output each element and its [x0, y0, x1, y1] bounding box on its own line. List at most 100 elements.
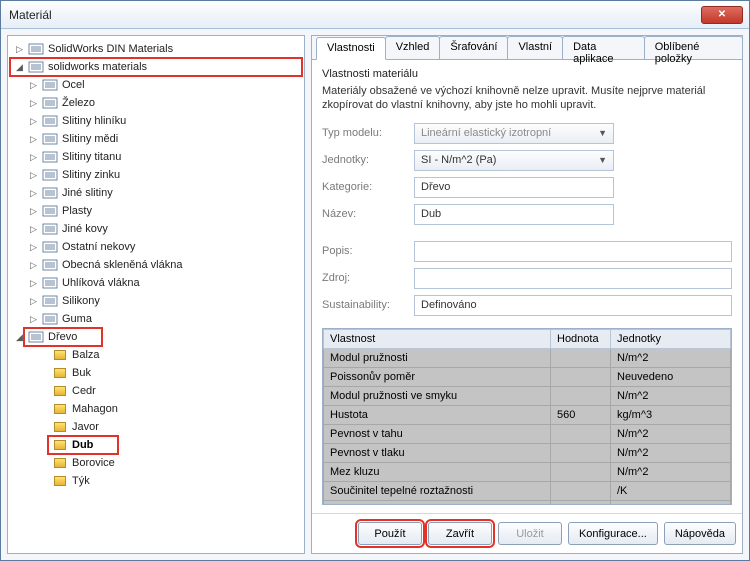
chevron-right-icon[interactable]: ▷: [28, 98, 39, 109]
tree-material[interactable]: Dub: [48, 436, 118, 454]
tree-material[interactable]: Týk: [48, 472, 302, 490]
label-source: Zdroj:: [322, 272, 414, 284]
tab-custom[interactable]: Vlastní: [507, 36, 563, 59]
tree-material[interactable]: Borovice: [48, 454, 302, 472]
table-row[interactable]: Součinitel tepelné vodivostiW/(m·K): [324, 500, 731, 505]
cell-value[interactable]: [551, 424, 611, 443]
chevron-right-icon[interactable]: ▷: [28, 314, 39, 325]
chevron-right-icon[interactable]: ▷: [28, 206, 39, 217]
tree-category[interactable]: ▷Slitiny zinku: [24, 166, 302, 184]
cell-units: Neuvedeno: [611, 367, 731, 386]
tree-category[interactable]: ▷ Ocel: [24, 76, 302, 94]
label-sust: Sustainability:: [322, 299, 414, 311]
chevron-right-icon[interactable]: ▷: [28, 278, 39, 289]
table-row[interactable]: Modul pružnosti ve smykuN/m^2: [324, 386, 731, 405]
cell-value[interactable]: [551, 367, 611, 386]
tree-label: Ocel: [62, 79, 85, 91]
table-row[interactable]: Pevnost v tahuN/m^2: [324, 424, 731, 443]
chevron-right-icon[interactable]: ▷: [28, 188, 39, 199]
cell-value[interactable]: [551, 481, 611, 500]
folder-icon: [42, 204, 58, 218]
tree-label: Jiné kovy: [62, 223, 108, 235]
close-button[interactable]: Zavřít: [428, 522, 492, 545]
chevron-right-icon[interactable]: ▷: [14, 44, 25, 55]
name-input[interactable]: [414, 204, 614, 225]
col-property[interactable]: Vlastnost: [324, 329, 551, 348]
tree-label: Balza: [72, 349, 100, 361]
tree-material[interactable]: Javor: [48, 418, 302, 436]
chevron-right-icon[interactable]: ▷: [28, 296, 39, 307]
chevron-down-icon[interactable]: ◢: [14, 332, 25, 343]
col-value[interactable]: Hodnota: [551, 329, 611, 348]
tree-root-din[interactable]: ▷ SolidWorks DIN Materials: [10, 40, 302, 58]
help-button[interactable]: Nápověda: [664, 522, 736, 545]
table-row[interactable]: Modul pružnostiN/m^2: [324, 348, 731, 367]
chevron-right-icon[interactable]: ▷: [28, 134, 39, 145]
chevron-right-icon[interactable]: ▷: [28, 242, 39, 253]
cell-value[interactable]: [551, 500, 611, 505]
tree-category[interactable]: ▷Slitiny titanu: [24, 148, 302, 166]
tab-appearance[interactable]: Vzhled: [385, 36, 441, 59]
tree-category[interactable]: ▷Obecná skleněná vlákna: [24, 256, 302, 274]
tree-category[interactable]: ▷Jiné slitiny: [24, 184, 302, 202]
close-icon[interactable]: ✕: [701, 6, 743, 24]
source-input[interactable]: [414, 268, 732, 289]
tree-material[interactable]: Balza: [48, 346, 302, 364]
table-row[interactable]: Součinitel tepelné roztažnosti/K: [324, 481, 731, 500]
col-units[interactable]: Jednotky: [611, 329, 731, 348]
tree-category-wood[interactable]: ◢ Dřevo: [24, 328, 102, 346]
tree-category[interactable]: ▷Ostatní nekovy: [24, 238, 302, 256]
group-description: Materiály obsažené ve výchozí knihovně n…: [322, 84, 732, 113]
tree-material[interactable]: Mahagon: [48, 400, 302, 418]
tree-category[interactable]: ▷Silikony: [24, 292, 302, 310]
chevron-right-icon[interactable]: ▷: [28, 152, 39, 163]
cell-value[interactable]: [551, 462, 611, 481]
tree-label: Mahagon: [72, 403, 118, 415]
tree-category[interactable]: ▷Slitiny mědi: [24, 130, 302, 148]
properties-table[interactable]: Vlastnost Hodnota Jednotky Modul pružnos…: [322, 328, 732, 505]
tree-root-sw[interactable]: ◢ solidworks materials: [10, 58, 302, 76]
folder-icon: [28, 330, 44, 344]
tree-category[interactable]: ▷ Jiné kovy: [24, 220, 302, 238]
tree-category[interactable]: ▷Slitiny hliníku: [24, 112, 302, 130]
save-button[interactable]: Uložit: [498, 522, 562, 545]
tree-category[interactable]: ▷Železo: [24, 94, 302, 112]
material-tree[interactable]: ▷ SolidWorks DIN Materials ◢ solidworks …: [7, 35, 305, 554]
tab-properties[interactable]: Vlastnosti: [316, 37, 386, 60]
model-type-select[interactable]: Lineární elastický izotropní▼: [414, 123, 614, 144]
tree-category[interactable]: ▷Guma: [24, 310, 302, 328]
table-row[interactable]: Hustota560kg/m^3: [324, 405, 731, 424]
folder-icon: [42, 276, 58, 290]
apply-button[interactable]: Použít: [358, 522, 422, 545]
tree-material[interactable]: Cedr: [48, 382, 302, 400]
cell-value[interactable]: [551, 443, 611, 462]
chevron-down-icon[interactable]: ◢: [14, 62, 25, 73]
folder-icon: [42, 114, 58, 128]
tab-favorites[interactable]: Oblíbené položky: [644, 36, 743, 59]
chevron-right-icon[interactable]: ▷: [28, 260, 39, 271]
table-row[interactable]: Poissonův poměrNeuvedeno: [324, 367, 731, 386]
units-select[interactable]: SI - N/m^2 (Pa)▼: [414, 150, 614, 171]
category-input[interactable]: [414, 177, 614, 198]
tab-appdata[interactable]: Data aplikace: [562, 36, 645, 59]
desc-input[interactable]: [414, 241, 732, 262]
titlebar[interactable]: Materiál ✕: [1, 1, 749, 29]
tab-hatching[interactable]: Šrafování: [439, 36, 508, 59]
material-icon: [52, 366, 68, 380]
table-row[interactable]: Pevnost v tlakuN/m^2: [324, 443, 731, 462]
config-button[interactable]: Konfigurace...: [568, 522, 658, 545]
tree-category[interactable]: ▷Uhlíková vlákna: [24, 274, 302, 292]
chevron-right-icon[interactable]: ▷: [28, 116, 39, 127]
tree-material[interactable]: Buk: [48, 364, 302, 382]
sustainability-input[interactable]: [414, 295, 732, 316]
cell-property: Součinitel tepelné vodivosti: [324, 500, 551, 505]
chevron-right-icon[interactable]: ▷: [28, 170, 39, 181]
chevron-right-icon[interactable]: ▷: [28, 80, 39, 91]
cell-units: N/m^2: [611, 443, 731, 462]
cell-value[interactable]: [551, 348, 611, 367]
cell-value[interactable]: 560: [551, 405, 611, 424]
chevron-right-icon[interactable]: ▷: [28, 224, 39, 235]
tree-category[interactable]: ▷Plasty: [24, 202, 302, 220]
cell-value[interactable]: [551, 386, 611, 405]
table-row[interactable]: Mez kluzuN/m^2: [324, 462, 731, 481]
